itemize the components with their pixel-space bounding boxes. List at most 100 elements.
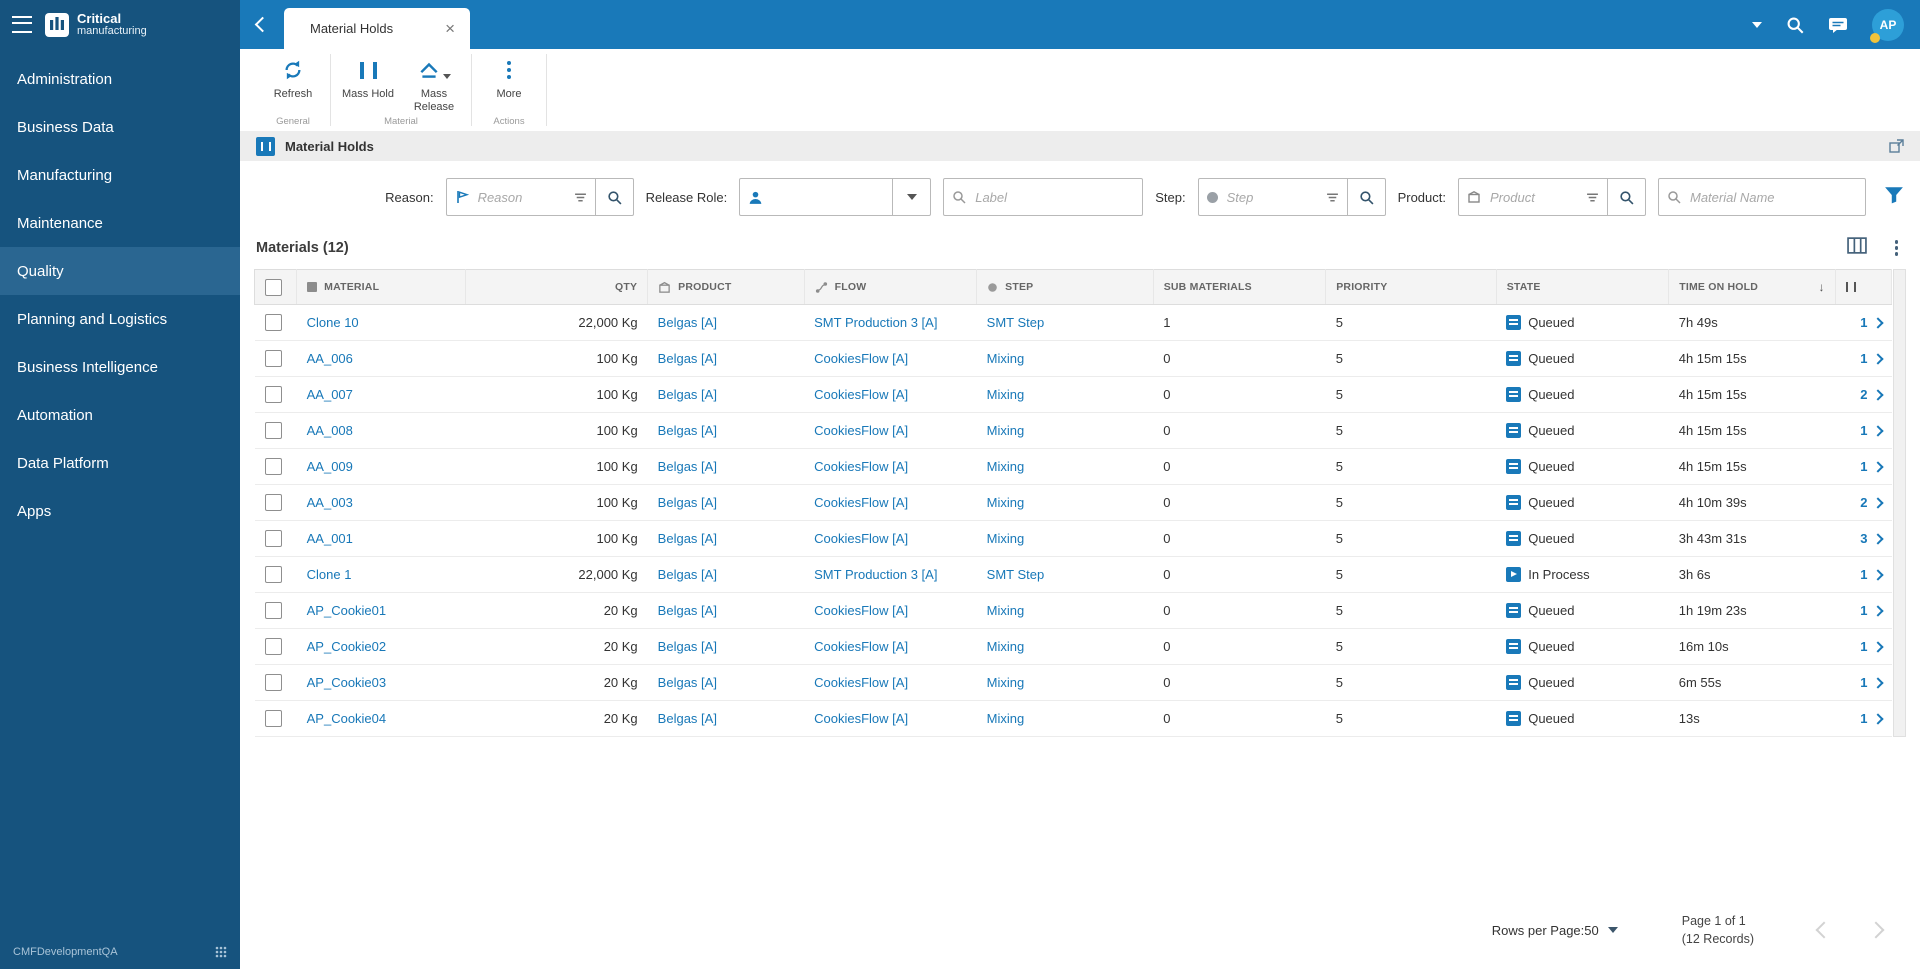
- product-link[interactable]: Belgas [A]: [658, 423, 717, 438]
- step-link[interactable]: Mixing: [987, 351, 1025, 366]
- holds-link[interactable]: 2: [1835, 376, 1892, 413]
- hamburger-menu-icon[interactable]: [12, 16, 32, 33]
- holds-link[interactable]: 1: [1835, 448, 1892, 485]
- holds-link[interactable]: 1: [1835, 304, 1892, 341]
- flow-link[interactable]: SMT Production 3 [A]: [814, 315, 937, 330]
- select-all-checkbox[interactable]: [265, 278, 282, 296]
- holds-link[interactable]: 1: [1835, 412, 1892, 449]
- row-checkbox[interactable]: [264, 386, 282, 404]
- step-link[interactable]: Mixing: [987, 675, 1025, 690]
- flow-link[interactable]: CookiesFlow [A]: [814, 675, 908, 690]
- column-header-qty[interactable]: QTY: [465, 269, 649, 305]
- column-header-flow[interactable]: FLOW: [804, 269, 978, 305]
- step-search-button[interactable]: [1347, 178, 1386, 216]
- sidebar-item-maintenance[interactable]: Maintenance: [0, 199, 240, 247]
- row-checkbox[interactable]: [264, 674, 282, 692]
- product-link[interactable]: Belgas [A]: [658, 711, 717, 726]
- more-button[interactable]: More: [476, 49, 542, 114]
- step-link[interactable]: Mixing: [987, 387, 1025, 402]
- release-role-input[interactable]: [770, 188, 885, 206]
- chevron-down-icon[interactable]: [1752, 21, 1762, 28]
- flow-link[interactable]: SMT Production 3 [A]: [814, 567, 937, 582]
- sidebar-item-quality[interactable]: Quality: [0, 247, 240, 295]
- material-name-input[interactable]: [1688, 188, 1857, 206]
- column-header-step[interactable]: STEP: [976, 269, 1154, 305]
- column-header-priority[interactable]: PRIORITY: [1325, 269, 1497, 305]
- material-link[interactable]: AP_Cookie03: [307, 675, 387, 690]
- material-link[interactable]: AA_008: [307, 423, 353, 438]
- holds-link[interactable]: 2: [1835, 484, 1892, 521]
- holds-link[interactable]: 1: [1835, 700, 1892, 737]
- product-link[interactable]: Belgas [A]: [658, 351, 717, 366]
- avatar[interactable]: AP: [1870, 8, 1904, 43]
- row-checkbox[interactable]: [264, 530, 282, 548]
- material-link[interactable]: AA_006: [307, 351, 353, 366]
- flow-link[interactable]: CookiesFlow [A]: [814, 351, 908, 366]
- rows-per-page-selector[interactable]: Rows per Page:50: [1492, 923, 1618, 938]
- sidebar-item-administration[interactable]: Administration: [0, 55, 240, 103]
- sidebar-item-business-data[interactable]: Business Data: [0, 103, 240, 151]
- holds-link[interactable]: 1: [1835, 664, 1892, 701]
- flow-link[interactable]: CookiesFlow [A]: [814, 459, 908, 474]
- sidebar-item-apps[interactable]: Apps: [0, 487, 240, 535]
- sidebar-item-business-intelligence[interactable]: Business Intelligence: [0, 343, 240, 391]
- mass-hold-button[interactable]: Mass Hold: [335, 49, 401, 114]
- product-link[interactable]: Belgas [A]: [658, 459, 717, 474]
- product-link[interactable]: Belgas [A]: [658, 567, 717, 582]
- step-link[interactable]: Mixing: [987, 531, 1025, 546]
- product-link[interactable]: Belgas [A]: [658, 315, 717, 330]
- holds-link[interactable]: 1: [1835, 592, 1892, 629]
- row-checkbox[interactable]: [264, 602, 282, 620]
- back-button[interactable]: [240, 0, 284, 49]
- connection-status-icon[interactable]: [215, 946, 227, 958]
- sidebar-item-manufacturing[interactable]: Manufacturing: [0, 151, 240, 199]
- label-input[interactable]: [973, 188, 1135, 206]
- reason-input[interactable]: [475, 188, 567, 206]
- product-link[interactable]: Belgas [A]: [658, 603, 717, 618]
- material-link[interactable]: AA_003: [307, 495, 353, 510]
- material-link[interactable]: AP_Cookie04: [307, 711, 387, 726]
- step-link[interactable]: SMT Step: [987, 567, 1045, 582]
- step-link[interactable]: Mixing: [987, 459, 1025, 474]
- column-header-product[interactable]: PRODUCT: [647, 269, 805, 305]
- product-link[interactable]: Belgas [A]: [658, 675, 717, 690]
- material-link[interactable]: AA_007: [307, 387, 353, 402]
- filter-funnel-icon[interactable]: [1884, 186, 1904, 204]
- flow-link[interactable]: CookiesFlow [A]: [814, 423, 908, 438]
- flow-link[interactable]: CookiesFlow [A]: [814, 603, 908, 618]
- sidebar-item-data-platform[interactable]: Data Platform: [0, 439, 240, 487]
- row-checkbox[interactable]: [264, 314, 282, 332]
- material-link[interactable]: AP_Cookie02: [307, 639, 387, 654]
- column-header-state[interactable]: STATE: [1496, 269, 1670, 305]
- material-link[interactable]: Clone 1: [307, 567, 352, 582]
- row-checkbox[interactable]: [264, 566, 282, 584]
- vertical-scrollbar[interactable]: [1893, 269, 1906, 737]
- refresh-button[interactable]: Refresh: [260, 49, 326, 114]
- step-link[interactable]: Mixing: [987, 639, 1025, 654]
- holds-link[interactable]: 1: [1835, 628, 1892, 665]
- row-checkbox[interactable]: [264, 638, 282, 656]
- tab-material-holds[interactable]: Material Holds ×: [284, 8, 470, 49]
- chat-icon[interactable]: [1828, 16, 1848, 34]
- sidebar-item-planning-and-logistics[interactable]: Planning and Logistics: [0, 295, 240, 343]
- column-header-material[interactable]: MATERIAL: [296, 269, 466, 305]
- step-link[interactable]: Mixing: [987, 603, 1025, 618]
- filter-options-icon[interactable]: [1326, 191, 1339, 204]
- holds-link[interactable]: 3: [1835, 520, 1892, 557]
- next-page-icon[interactable]: [1867, 921, 1885, 939]
- close-tab-icon[interactable]: ×: [442, 18, 458, 39]
- holds-link[interactable]: 1: [1835, 340, 1892, 377]
- product-input[interactable]: [1488, 188, 1579, 206]
- step-link[interactable]: Mixing: [987, 495, 1025, 510]
- flow-link[interactable]: CookiesFlow [A]: [814, 639, 908, 654]
- product-link[interactable]: Belgas [A]: [658, 639, 717, 654]
- row-checkbox[interactable]: [264, 710, 282, 728]
- row-checkbox[interactable]: [264, 422, 282, 440]
- search-icon[interactable]: [1786, 16, 1804, 34]
- reason-search-button[interactable]: [595, 178, 634, 216]
- column-chooser-icon[interactable]: [1846, 237, 1867, 259]
- column-header-time-on-hold[interactable]: TIME ON HOLD ↓: [1668, 269, 1836, 305]
- material-link[interactable]: AP_Cookie01: [307, 603, 387, 618]
- material-link[interactable]: Clone 10: [307, 315, 359, 330]
- flow-link[interactable]: CookiesFlow [A]: [814, 495, 908, 510]
